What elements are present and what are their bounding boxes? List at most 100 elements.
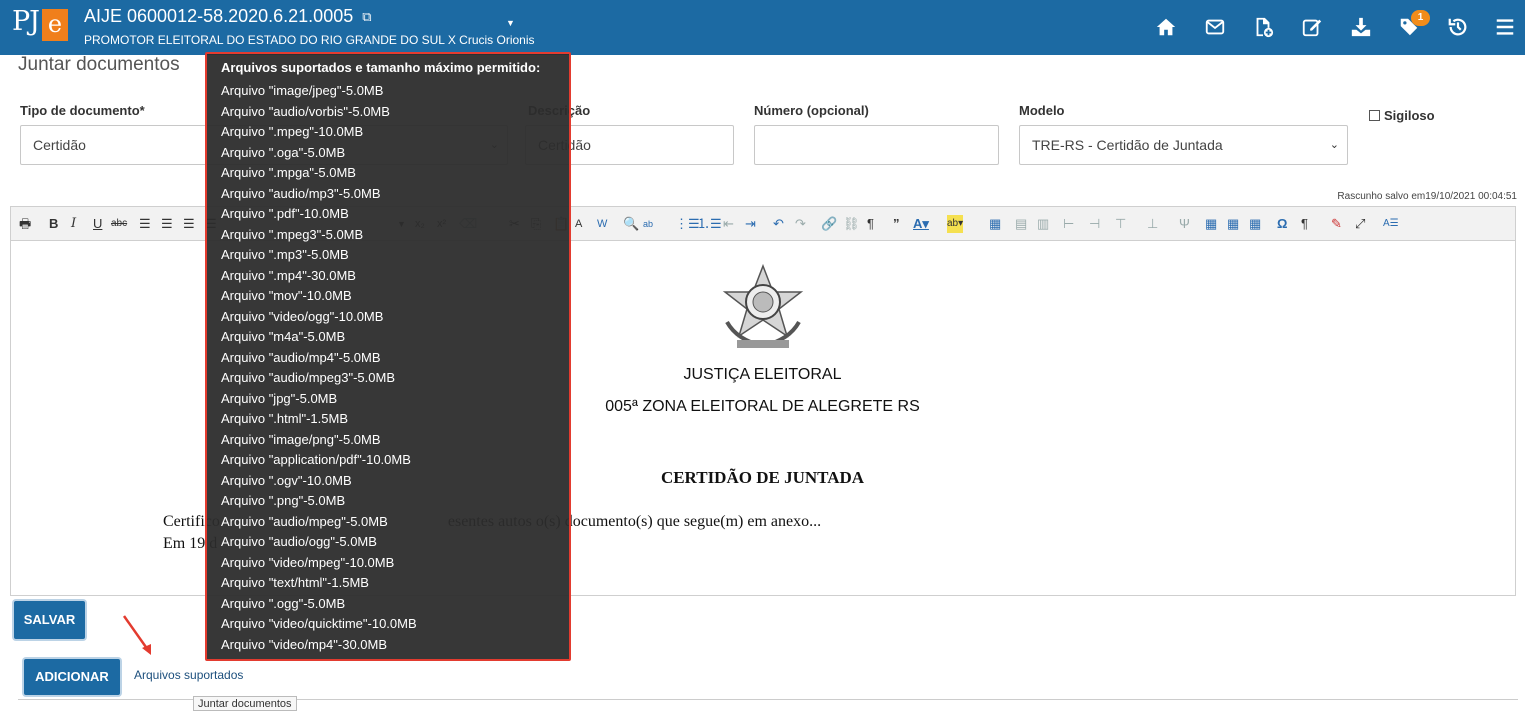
blockquote-icon[interactable]: ”	[893, 215, 900, 233]
copy-icon[interactable]: ⧉	[362, 9, 371, 25]
supported-files-link[interactable]: Arquivos suportados	[134, 668, 243, 682]
supported-file-item: Arquivo "image/png"-5.0MB	[221, 431, 381, 447]
red-arrow-annotation	[122, 615, 151, 655]
checkbox-icon[interactable]	[1369, 110, 1380, 121]
supported-file-item: Arquivo ".png"-5.0MB	[221, 493, 346, 508]
numero-input[interactable]	[754, 125, 999, 165]
find-icon[interactable]: 🔍	[623, 215, 639, 233]
supported-file-item: Arquivo "video/mpeg"-10.0MB	[221, 554, 395, 570]
supported-file-item: Arquivo "audio/vorbis"-5.0MB	[221, 103, 390, 119]
brasao-seal-image	[722, 263, 804, 349]
supported-file-item: Arquivo ".html"-1.5MB	[221, 411, 348, 426]
paste-word-icon[interactable]: W	[597, 215, 607, 233]
show-blocks-icon[interactable]: ¶	[1301, 215, 1308, 233]
supported-file-item: Arquivo "image/jpeg"-5.0MB	[221, 83, 384, 98]
menu-icon[interactable]	[1492, 16, 1518, 42]
supported-file-item: Arquivo "video/quicktime"-10.0MB	[221, 616, 417, 631]
supported-file-item: Arquivo "mov"-10.0MB	[221, 288, 352, 303]
supported-file-item: Arquivo ".ogg"-5.0MB	[221, 595, 346, 611]
undo-icon[interactable]: ↶	[773, 215, 784, 233]
modelo-label: Modelo	[1019, 103, 1065, 118]
top-bar: PJ e AIJE 0600012-58.2020.6.21.0005 ⧉ PR…	[0, 0, 1525, 55]
chevron-down-icon[interactable]: ▼	[506, 18, 515, 28]
align-left-icon[interactable]: ☰	[139, 215, 151, 233]
edit-icon[interactable]	[1299, 16, 1325, 42]
supported-file-item: Arquivo "text/html"-1.5MB	[221, 575, 369, 590]
supported-file-item: Arquivo ".ogv"-10.0MB	[221, 472, 352, 488]
link-icon[interactable]: 🔗	[821, 215, 837, 233]
pje-logo[interactable]: PJ e	[12, 4, 68, 44]
history-icon[interactable]	[1445, 16, 1471, 42]
align-right-icon[interactable]: ☰	[183, 215, 195, 233]
table-delete-row-icon[interactable]: ⊤	[1115, 215, 1126, 233]
supported-file-item: Arquivo ".mp3"-5.0MB	[221, 247, 349, 262]
supported-files-popup: Arquivos suportados e tamanho máximo per…	[205, 52, 571, 661]
line-height-icon[interactable]: A☰	[1383, 215, 1399, 233]
eraser-icon[interactable]: ✎	[1331, 215, 1342, 233]
row-props-icon[interactable]: ▦	[1227, 215, 1239, 233]
home-icon[interactable]	[1153, 16, 1179, 42]
bold-icon[interactable]: B	[49, 215, 58, 233]
anchor-icon[interactable]: ¶	[867, 215, 874, 233]
table-col-icon[interactable]: ▥	[1037, 215, 1049, 233]
supported-file-item: Arquivo "audio/mpeg3"-5.0MB	[221, 370, 395, 385]
supported-file-item: Arquivo ".mp4"-30.0MB	[221, 267, 356, 283]
redo-icon[interactable]: ↷	[795, 215, 806, 233]
draft-status: Rascunho salvo em19/10/2021 00:04:51	[1337, 191, 1517, 202]
page-title: Juntar documentos	[18, 54, 180, 75]
fullscreen-icon[interactable]: ⤢	[1355, 215, 1365, 233]
cell-props-icon[interactable]: ▦	[1205, 215, 1217, 233]
chevron-down-icon: ⌄	[1329, 139, 1339, 151]
process-subtitle: PROMOTOR ELEITORAL DO ESTADO DO RIO GRAN…	[84, 33, 535, 47]
special-char-icon[interactable]: Ω	[1277, 215, 1287, 233]
notification-badge: 1	[1411, 10, 1430, 26]
table-delete-col-icon[interactable]: ⊥	[1147, 215, 1158, 233]
paste-text-icon[interactable]: A	[575, 215, 582, 233]
supported-file-item: Arquivo ".mpeg"-10.0MB	[221, 124, 364, 139]
indent-icon[interactable]: ⇥	[745, 215, 756, 233]
new-document-icon[interactable]	[1250, 16, 1276, 42]
add-button[interactable]: ADICIONAR	[24, 659, 120, 695]
insert-table-icon[interactable]: ▦	[989, 215, 1001, 233]
mail-icon[interactable]	[1202, 16, 1228, 42]
supported-file-item: Arquivo ".mpga"-5.0MB	[221, 165, 356, 180]
numbered-list-icon[interactable]: ⒈☰	[697, 215, 722, 233]
table-split-icon[interactable]: ⊢	[1063, 215, 1074, 233]
supported-file-item: Arquivo ".pdf"-10.0MB	[221, 206, 349, 221]
outdent-icon[interactable]: ⇤	[723, 215, 734, 233]
download-icon[interactable]	[1348, 16, 1374, 42]
highlight-color-icon[interactable]: ab▾	[947, 215, 964, 233]
supported-file-item: Arquivo "audio/mpeg"-5.0MB	[221, 513, 388, 529]
strikethrough-icon[interactable]: abc	[111, 215, 127, 233]
supported-file-item: Arquivo ".mpeg3"-5.0MB	[221, 226, 364, 242]
table-props-icon[interactable]: Ψ	[1179, 215, 1190, 233]
supported-file-item: Arquivo "audio/mp3"-5.0MB	[221, 185, 381, 201]
supported-files-list: Arquivo "image/jpeg"-5.0MB Arquivo "audio…	[221, 81, 417, 655]
numero-label: Número (opcional)	[754, 103, 869, 118]
modelo-select[interactable]: TRE-RS - Certidão de Juntada ⌄	[1019, 125, 1348, 165]
bullet-list-icon[interactable]: ⋮☰	[675, 215, 700, 233]
process-title[interactable]: AIJE 0600012-58.2020.6.21.0005 ⧉	[84, 6, 372, 27]
supported-file-item: Arquivo ".oga"-5.0MB	[221, 144, 346, 160]
italic-icon[interactable]: I	[71, 215, 76, 233]
table-merge-icon[interactable]: ⊣	[1089, 215, 1100, 233]
align-center-icon[interactable]: ☰	[161, 215, 173, 233]
supported-file-item: Arquivo "jpg"-5.0MB	[221, 390, 338, 406]
save-button[interactable]: SALVAR	[14, 601, 85, 639]
supported-file-item: Arquivo "video/ogg"-10.0MB	[221, 308, 384, 324]
supported-file-item: Arquivo "video/mp4"-30.0MB	[221, 636, 388, 652]
sigiloso-checkbox[interactable]: Sigiloso	[1369, 108, 1435, 123]
supported-file-item: Arquivo "application/pdf"-10.0MB	[221, 452, 411, 467]
print-icon[interactable]: 🖶	[19, 215, 31, 233]
table-row-icon[interactable]: ▤	[1015, 215, 1027, 233]
popup-title: Arquivos suportados e tamanho máximo per…	[221, 60, 541, 75]
supported-file-item: Arquivo "audio/ogg"-5.0MB	[221, 534, 377, 549]
tipo-documento-label: Tipo de documento*	[20, 103, 145, 118]
supported-file-item: Arquivo "m4a"-5.0MB	[221, 329, 346, 344]
unlink-icon[interactable]: ⛓	[843, 215, 860, 233]
supported-file-item: Arquivo "audio/mp4"-5.0MB	[221, 349, 381, 365]
replace-icon[interactable]: ab	[643, 215, 653, 233]
text-color-icon[interactable]: A▾	[913, 215, 929, 233]
underline-icon[interactable]: U	[93, 215, 102, 233]
col-props-icon[interactable]: ▦	[1249, 215, 1261, 233]
